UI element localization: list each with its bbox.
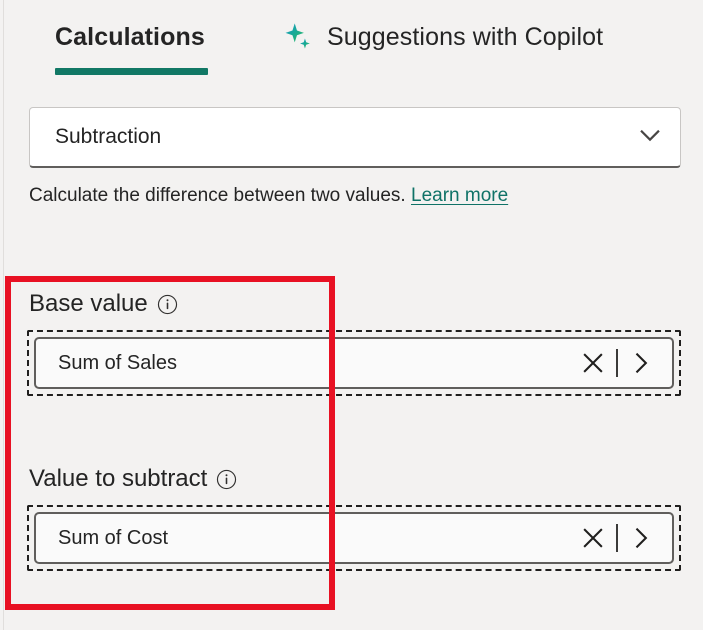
tab-calculations-label: Calculations <box>55 23 205 51</box>
base-value-label: Base value <box>29 290 148 317</box>
info-icon[interactable] <box>157 294 178 315</box>
tab-suggestions-with-copilot[interactable]: Suggestions with Copilot <box>283 20 603 54</box>
tab-calculations[interactable]: Calculations <box>55 20 205 54</box>
base-value-actions <box>580 349 654 377</box>
base-value-focus-ring: Sum of Sales <box>27 330 681 396</box>
base-value-label-row: Base value <box>29 288 683 320</box>
tab-bar: Calculations Suggestions with Copilot <box>0 0 703 88</box>
clear-icon[interactable] <box>580 525 606 551</box>
panel-left-border <box>3 0 4 630</box>
chevron-right-icon[interactable] <box>628 525 654 551</box>
field-group-base-value: Base value Sum of Sales <box>27 288 683 396</box>
value-to-subtract-actions <box>580 524 654 552</box>
tab-suggestions-label: Suggestions with Copilot <box>327 23 604 51</box>
field-group-value-to-subtract: Value to subtract Sum of Cost <box>27 463 683 571</box>
value-to-subtract-text: Sum of Cost <box>58 526 169 549</box>
calculation-type-value: Subtraction <box>55 125 162 148</box>
learn-more-link[interactable]: Learn more <box>411 185 508 206</box>
copilot-sparkle-icon <box>283 22 313 52</box>
clear-icon[interactable] <box>580 350 606 376</box>
value-to-subtract-label-row: Value to subtract <box>29 463 683 495</box>
calculation-description: Calculate the difference between two val… <box>29 183 508 209</box>
info-icon[interactable] <box>216 469 237 490</box>
calculation-description-text: Calculate the difference between two val… <box>29 185 406 206</box>
field-divider <box>616 349 618 377</box>
field-divider <box>616 524 618 552</box>
chevron-right-icon[interactable] <box>628 350 654 376</box>
base-value-field[interactable]: Sum of Sales <box>34 337 674 389</box>
tab-selected-underline <box>55 68 208 75</box>
value-to-subtract-field[interactable]: Sum of Cost <box>34 512 674 564</box>
calculation-type-dropdown[interactable]: Subtraction <box>29 107 681 168</box>
base-value-text: Sum of Sales <box>58 351 177 374</box>
value-to-subtract-focus-ring: Sum of Cost <box>27 505 681 571</box>
value-to-subtract-label: Value to subtract <box>29 465 208 492</box>
chevron-down-icon <box>636 121 664 154</box>
